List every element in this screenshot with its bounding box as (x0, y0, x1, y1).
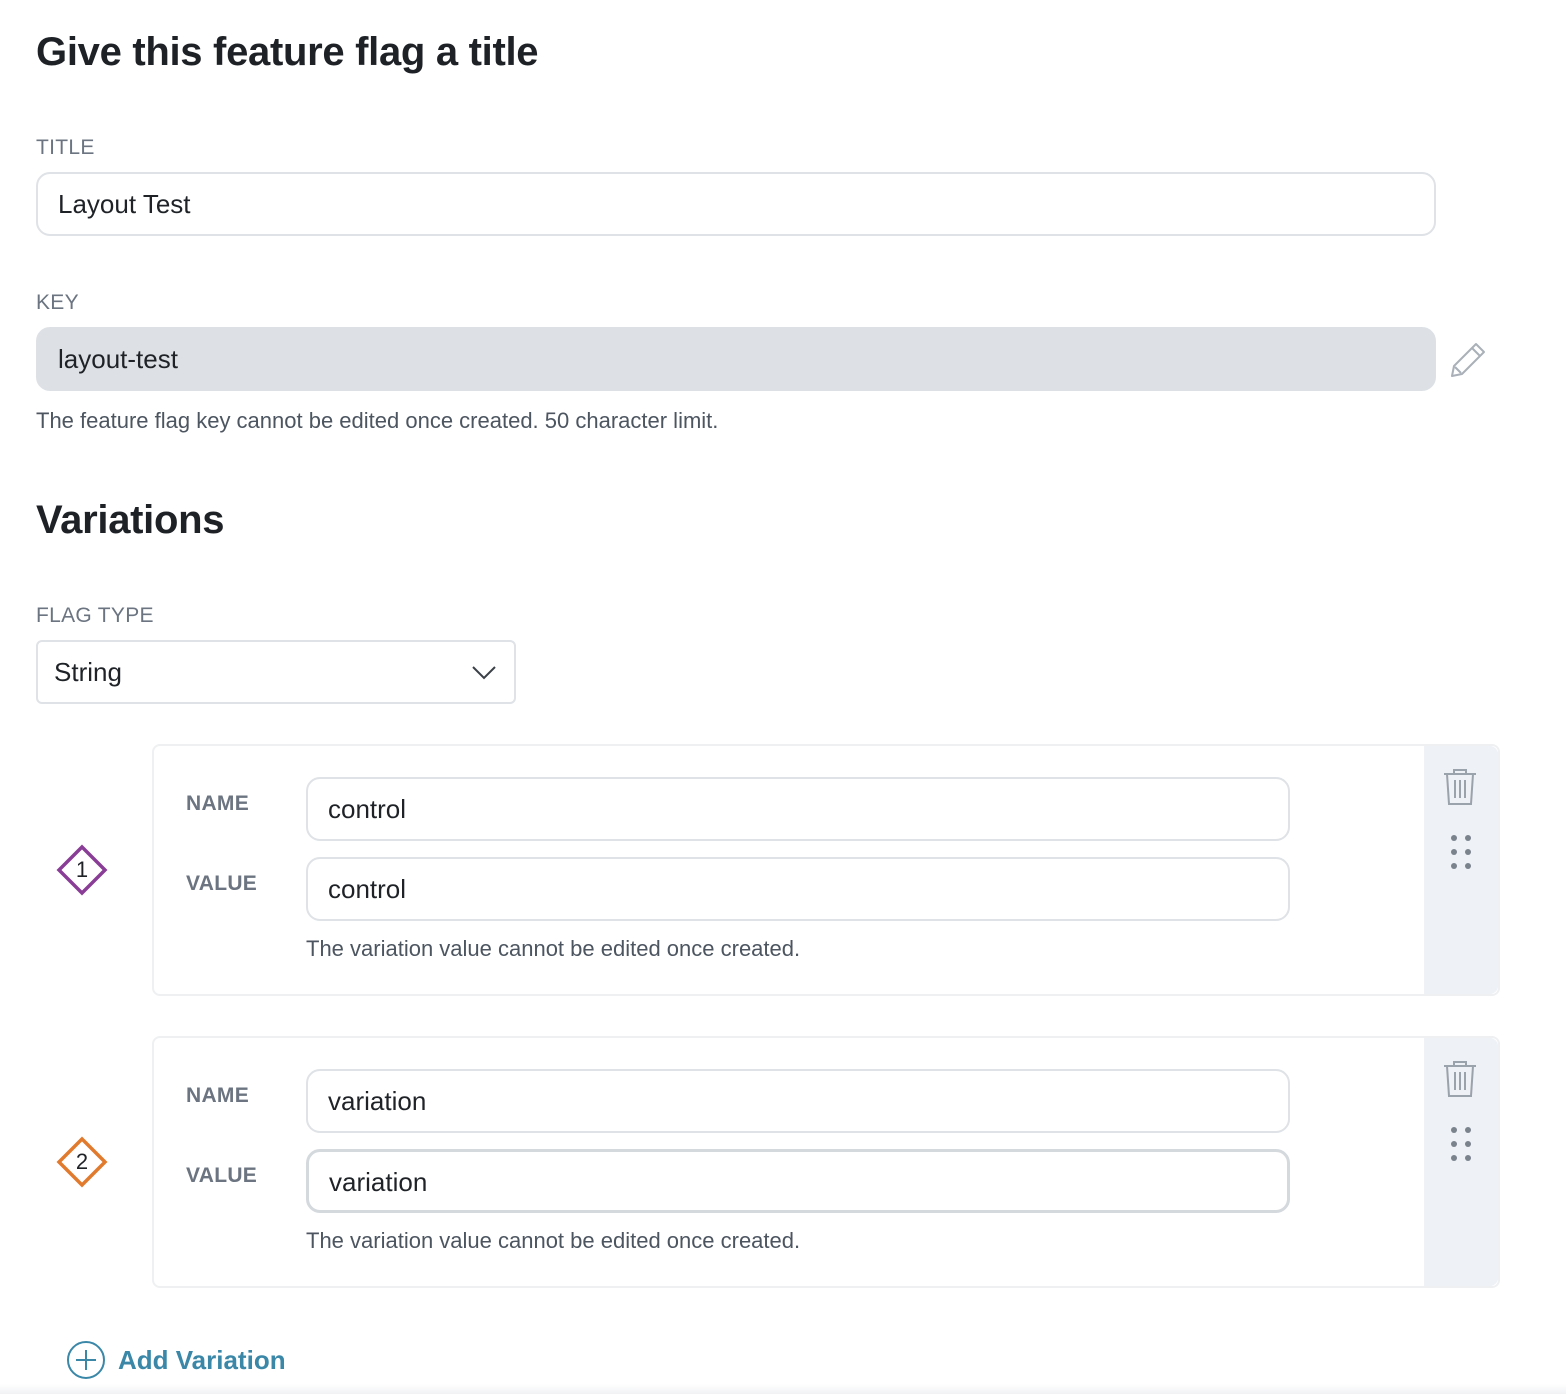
flag-type-value: String (54, 657, 122, 687)
flag-type-select[interactable]: String (36, 640, 516, 704)
variation-badge-2: 2 (56, 1136, 108, 1188)
variation-name-label: NAME (186, 792, 250, 815)
variation-card-1: NAME control VALUE control The variation… (152, 744, 1500, 996)
variation-value-label: VALUE (186, 1164, 258, 1187)
variation-name-label: NAME (186, 1084, 250, 1107)
key-label: KEY (36, 291, 79, 314)
variation-actions (1424, 746, 1498, 994)
variation-badge-1: 1 (56, 844, 108, 896)
variation-value-input[interactable]: control (306, 857, 1290, 921)
variations-heading: Variations (36, 498, 225, 542)
add-variation-button[interactable]: Add Variation (66, 1340, 286, 1380)
bottom-edge (0, 1384, 1566, 1394)
title-input[interactable]: Layout Test (36, 172, 1436, 236)
variation-value-input[interactable]: variation (306, 1149, 1290, 1213)
add-variation-label: Add Variation (118, 1344, 286, 1375)
drag-handle-icon[interactable] (1448, 1124, 1474, 1164)
variation-name-input[interactable]: control (306, 777, 1290, 841)
variation-index-2: 2 (75, 1149, 89, 1174)
variation-card-2: NAME variation VALUE variation The varia… (152, 1036, 1500, 1288)
drag-handle-icon[interactable] (1448, 832, 1474, 872)
trash-icon[interactable] (1440, 1058, 1480, 1100)
key-input: layout-test (36, 327, 1436, 391)
variation-actions (1424, 1038, 1498, 1286)
trash-icon[interactable] (1440, 766, 1480, 808)
variation-value-label: VALUE (186, 872, 258, 895)
title-label: TITLE (36, 136, 95, 159)
variation-help-text: The variation value cannot be edited onc… (306, 1228, 801, 1253)
key-help-text: The feature flag key cannot be edited on… (36, 408, 719, 433)
variation-help-text: The variation value cannot be edited onc… (306, 936, 801, 961)
flag-type-label: FLAG TYPE (36, 604, 154, 627)
variation-index-1: 1 (75, 857, 89, 882)
chevron-down-icon (472, 666, 496, 680)
plus-circle-icon (67, 1341, 105, 1379)
page-title: Give this feature flag a title (36, 30, 539, 74)
pencil-icon[interactable] (1446, 338, 1490, 382)
variation-name-input[interactable]: variation (306, 1069, 1290, 1133)
